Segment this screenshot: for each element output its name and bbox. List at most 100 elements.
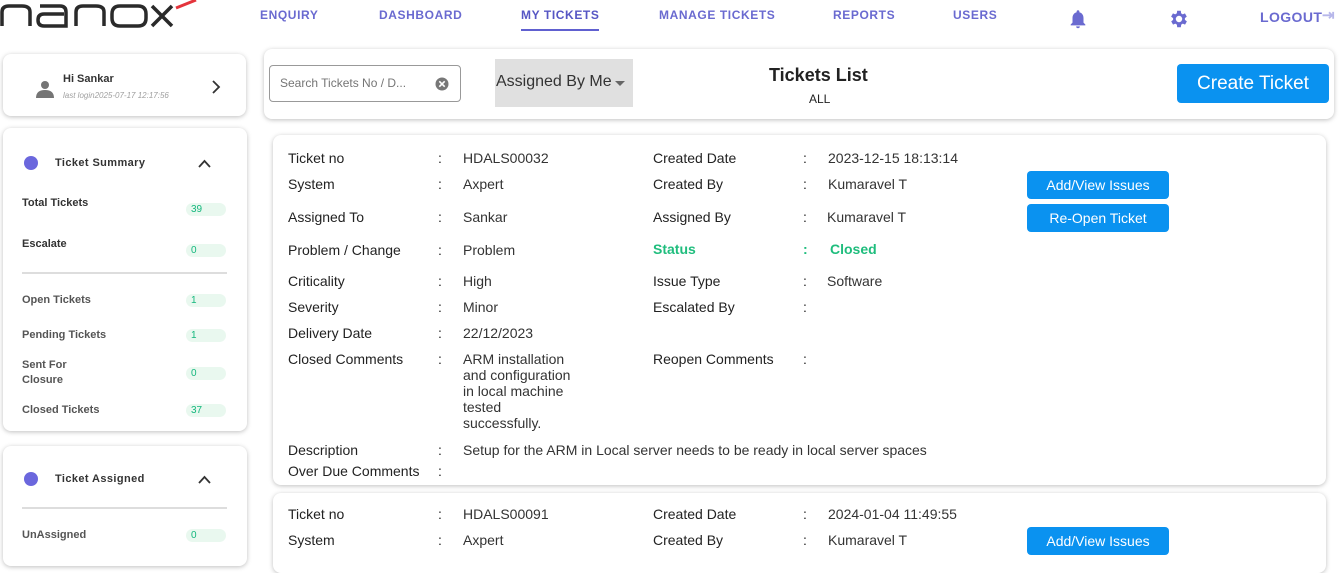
sent-label-line2: Closure	[22, 374, 63, 386]
dropdown-arrow-icon	[615, 81, 625, 86]
tickets-list-title: Tickets List	[769, 65, 868, 85]
sent-for-closure-count: 0	[186, 367, 226, 380]
system-label: System	[288, 176, 335, 192]
colon: :	[438, 242, 442, 258]
ticket-no-label: Ticket no	[288, 150, 345, 166]
colon: :	[438, 506, 442, 522]
nanox-logo[interactable]	[0, 0, 200, 30]
system-label: System	[288, 532, 335, 548]
bell-icon[interactable]	[1067, 8, 1089, 30]
clear-icon[interactable]	[435, 77, 449, 91]
chevron-up-icon[interactable]	[198, 475, 211, 484]
user-card[interactable]: Hi Sankar last login2025-07-17 12:17:56	[3, 54, 246, 116]
create-ticket-button[interactable]: Create Ticket	[1177, 64, 1329, 103]
logout-icon: ⇥	[1322, 7, 1335, 24]
system-value: Axpert	[463, 176, 504, 192]
closed-tickets-label[interactable]: Closed Tickets	[22, 403, 99, 418]
created-date-label: Created Date	[653, 506, 737, 522]
summary-title: Ticket Summary	[55, 157, 146, 169]
add-view-issues-button[interactable]: Add/View Issues	[1027, 171, 1169, 199]
search-box	[269, 65, 461, 102]
gear-icon[interactable]	[1168, 8, 1190, 30]
closed-comment-line: successfully.	[463, 415, 542, 431]
problem-change-value: Problem	[463, 242, 516, 258]
ticket-card: Ticket no : HDALS00032 System : Axpert A…	[273, 135, 1326, 485]
criticality-value: High	[463, 273, 492, 289]
issue-type-label: Issue Type	[653, 273, 721, 289]
issue-type-value: Software	[827, 273, 883, 289]
colon: :	[438, 532, 442, 548]
search-input[interactable]	[280, 76, 430, 90]
filter-value: Assigned By Me	[496, 73, 612, 90]
sent-for-closure-label[interactable]: Sent For Closure	[22, 358, 67, 388]
over-due-comments-label: Over Due Comments	[288, 463, 420, 479]
pending-tickets-label[interactable]: Pending Tickets	[22, 328, 106, 343]
chevron-right-icon[interactable]	[211, 80, 221, 94]
colon: :	[803, 150, 807, 166]
assigned-to-label: Assigned To	[288, 209, 365, 225]
created-by-label: Created By	[653, 532, 724, 548]
created-date-value: 2024-01-04 11:49:55	[828, 506, 957, 522]
delivery-date-value: 22/12/2023	[463, 325, 534, 341]
colon: :	[803, 532, 807, 548]
ticket-summary-panel: Ticket Summary Total Tickets 39 Escalate…	[3, 128, 247, 431]
description-label: Description	[288, 442, 359, 458]
severity-label: Severity	[288, 299, 339, 315]
ticket-no-value: HDALS00091	[463, 506, 549, 522]
colon: :	[438, 176, 442, 192]
closed-comment-line: tested	[463, 399, 502, 415]
closed-comments-value: ARM installation and configuration in lo…	[463, 351, 570, 431]
criticality-label: Criticality	[288, 273, 345, 289]
assigned-title: Ticket Assigned	[55, 473, 145, 485]
colon: :	[438, 299, 442, 315]
created-by-label: Created By	[653, 176, 724, 192]
sent-label-line1: Sent For	[22, 359, 67, 371]
chevron-up-icon[interactable]	[198, 159, 211, 168]
nav-manage-tickets[interactable]: MANAGE TICKETS	[659, 8, 775, 22]
escalated-by-label: Escalated By	[653, 299, 735, 315]
colon: :	[438, 209, 442, 225]
created-by-value: Kumaravel T	[828, 176, 908, 192]
escalate-label[interactable]: Escalate	[22, 237, 67, 252]
summary-dot-icon	[24, 156, 38, 170]
assigned-divider	[22, 507, 227, 509]
nav-dashboard[interactable]: DASHBOARD	[379, 8, 462, 22]
nav-my-tickets[interactable]: MY TICKETS	[521, 8, 600, 31]
reopen-ticket-button[interactable]: Re-Open Ticket	[1027, 204, 1169, 232]
colon: :	[803, 241, 808, 257]
assigned-dot-icon	[24, 472, 38, 486]
created-date-value: 2023-12-15 18:13:14	[828, 150, 958, 166]
severity-value: Minor	[463, 299, 499, 315]
assigned-by-label: Assigned By	[653, 209, 731, 225]
pending-tickets-count: 1	[186, 329, 226, 342]
unassigned-label[interactable]: UnAssigned	[22, 528, 86, 543]
assigned-by-value: Kumaravel T	[827, 209, 907, 225]
ticket-assigned-panel: Ticket Assigned UnAssigned 0	[3, 446, 247, 566]
assigned-filter-select[interactable]: Assigned By Me	[495, 59, 633, 107]
problem-change-label: Problem / Change	[288, 242, 401, 258]
closed-comment-line: in local machine	[463, 383, 564, 399]
nav-reports[interactable]: REPORTS	[833, 8, 895, 22]
colon: :	[438, 442, 442, 458]
open-tickets-label[interactable]: Open Tickets	[22, 293, 91, 308]
nav-users[interactable]: USERS	[953, 8, 997, 22]
unassigned-count: 0	[186, 529, 226, 542]
colon: :	[438, 325, 442, 341]
closed-comments-label: Closed Comments	[288, 351, 404, 367]
colon: :	[438, 273, 442, 289]
ticket-no-value: HDALS00032	[463, 150, 549, 166]
add-view-issues-button[interactable]: Add/View Issues	[1027, 527, 1169, 555]
logout-button[interactable]: LOGOUT ⇥	[1260, 7, 1335, 25]
total-tickets-label[interactable]: Total Tickets	[22, 196, 88, 211]
closed-comment-line: and configuration	[463, 367, 571, 383]
assigned-to-value: Sankar	[463, 209, 508, 225]
tickets-list-filter: ALL	[809, 92, 831, 106]
system-value: Axpert	[463, 532, 504, 548]
colon: :	[438, 150, 442, 166]
created-by-value: Kumaravel T	[828, 532, 908, 548]
ticket-no-label: Ticket no	[288, 506, 345, 522]
logout-label: LOGOUT	[1260, 9, 1323, 25]
nav-enquiry[interactable]: ENQUIRY	[260, 8, 318, 22]
colon: :	[803, 176, 807, 192]
open-tickets-count: 1	[186, 294, 226, 307]
